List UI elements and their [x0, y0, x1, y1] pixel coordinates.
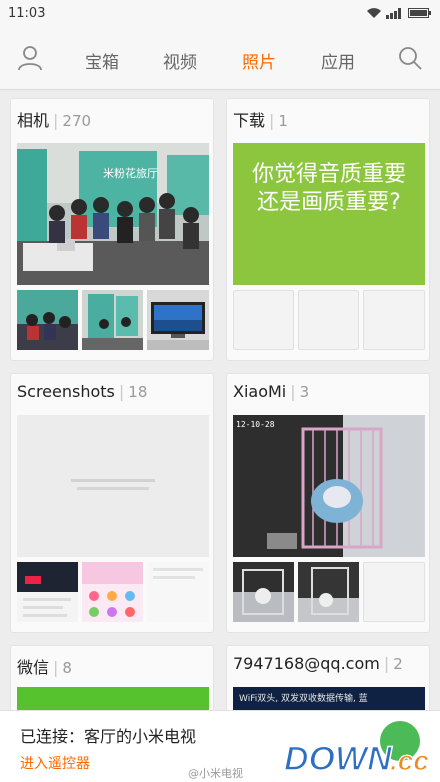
album-title: 7947168@qq.com | 2 — [233, 654, 403, 673]
album-cover-photo: WiFi双头, 双发双收数据传输, 蓝 — [233, 687, 425, 710]
album-cover-photo — [17, 415, 209, 557]
cover-text-line: 还是画质重要? — [257, 190, 401, 215]
album-title: 相机 | 270 — [17, 111, 92, 130]
tab-baoxiang[interactable]: 宝箱 — [72, 48, 132, 73]
album-name: 微信 — [17, 658, 50, 677]
status-icons — [366, 7, 432, 19]
album-title: 微信 | 8 — [17, 658, 72, 677]
album-card-wechat[interactable]: 微信 | 8 — [10, 645, 214, 710]
album-thumb — [17, 562, 78, 622]
search-icon[interactable] — [394, 42, 426, 74]
album-name: Screenshots — [17, 382, 115, 401]
top-tab-bar: 宝箱 视频 照片 应用 — [0, 26, 440, 90]
album-title: 下载 | 1 — [233, 111, 288, 130]
album-thumb-empty — [233, 290, 294, 350]
album-title: Screenshots | 18 — [17, 382, 148, 401]
svg-text:DOWN: DOWN — [284, 740, 393, 778]
album-thumb — [17, 290, 78, 350]
album-thumb — [82, 562, 143, 622]
album-card-qq[interactable]: 7947168@qq.com | 2 WiFi双头, 双发双收数据传输, 蓝 — [226, 645, 430, 710]
album-title: XiaoMi | 3 — [233, 382, 310, 401]
status-time: 11:03 — [8, 5, 46, 21]
album-count: 270 — [62, 112, 92, 130]
album-thumb — [233, 562, 294, 622]
album-card-screenshots[interactable]: Screenshots | 18 — [10, 373, 214, 633]
watermark: @小米电视 — [188, 767, 243, 780]
album-thumb — [147, 562, 209, 622]
album-name: 下载 — [233, 111, 266, 130]
album-count: 8 — [62, 659, 72, 677]
svg-text:.cc: .cc — [390, 745, 429, 776]
album-name: 相机 — [17, 111, 50, 130]
album-cover-photo: 你觉得音质重要 还是画质重要? — [233, 143, 425, 285]
connection-status: 已连接：客厅的小米电视 — [20, 727, 197, 746]
album-thumb-empty — [298, 290, 359, 350]
album-name: XiaoMi — [233, 382, 287, 401]
album-thumb — [147, 290, 209, 350]
album-name: 7947168@qq.com — [233, 654, 380, 673]
cover-text-line: 你觉得音质重要 — [251, 162, 406, 187]
wifi-icon — [367, 8, 381, 18]
album-cover-photo — [17, 687, 209, 710]
album-thumb-empty — [363, 562, 425, 622]
cover-text-line: WiFi双头, 双发双收数据传输, 蓝 — [239, 694, 368, 704]
album-cover-photo: 米粉花旅厅 — [17, 143, 209, 285]
album-card-camera[interactable]: 相机 | 270 米粉花旅厅 — [10, 98, 214, 361]
battery-icon — [408, 8, 431, 18]
enter-remote-link[interactable]: 进入遥控器 — [20, 753, 90, 773]
signal-icon — [386, 8, 401, 19]
tab-video[interactable]: 视频 — [150, 48, 210, 73]
album-cover-photo: 12-10-28 — [233, 415, 425, 557]
album-count: 2 — [393, 655, 403, 673]
album-card-downloads[interactable]: 下载 | 1 你觉得音质重要 还是画质重要? — [226, 98, 430, 361]
tab-apps[interactable]: 应用 — [308, 48, 368, 73]
album-count: 1 — [278, 112, 288, 130]
album-count: 3 — [299, 383, 310, 401]
status-bar: 11:03 — [0, 0, 440, 26]
album-card-xiaomi[interactable]: XiaoMi | 3 12-10-28 — [226, 373, 430, 633]
album-count: 18 — [128, 383, 148, 401]
person-icon[interactable] — [14, 42, 46, 74]
album-thumb — [298, 562, 359, 622]
album-thumb — [82, 290, 143, 350]
photo-timestamp: 12-10-28 — [236, 420, 275, 429]
down-cc-logo: DOWN .cc — [283, 739, 430, 778]
tab-photos[interactable]: 照片 — [229, 48, 289, 73]
album-grid: 相机 | 270 米粉花旅厅 下载 | 1 你觉得音质重要 还是画质重要? Sc… — [0, 90, 440, 710]
album-thumb-empty — [363, 290, 425, 350]
banner-text: 米粉花旅厅 — [103, 166, 158, 180]
